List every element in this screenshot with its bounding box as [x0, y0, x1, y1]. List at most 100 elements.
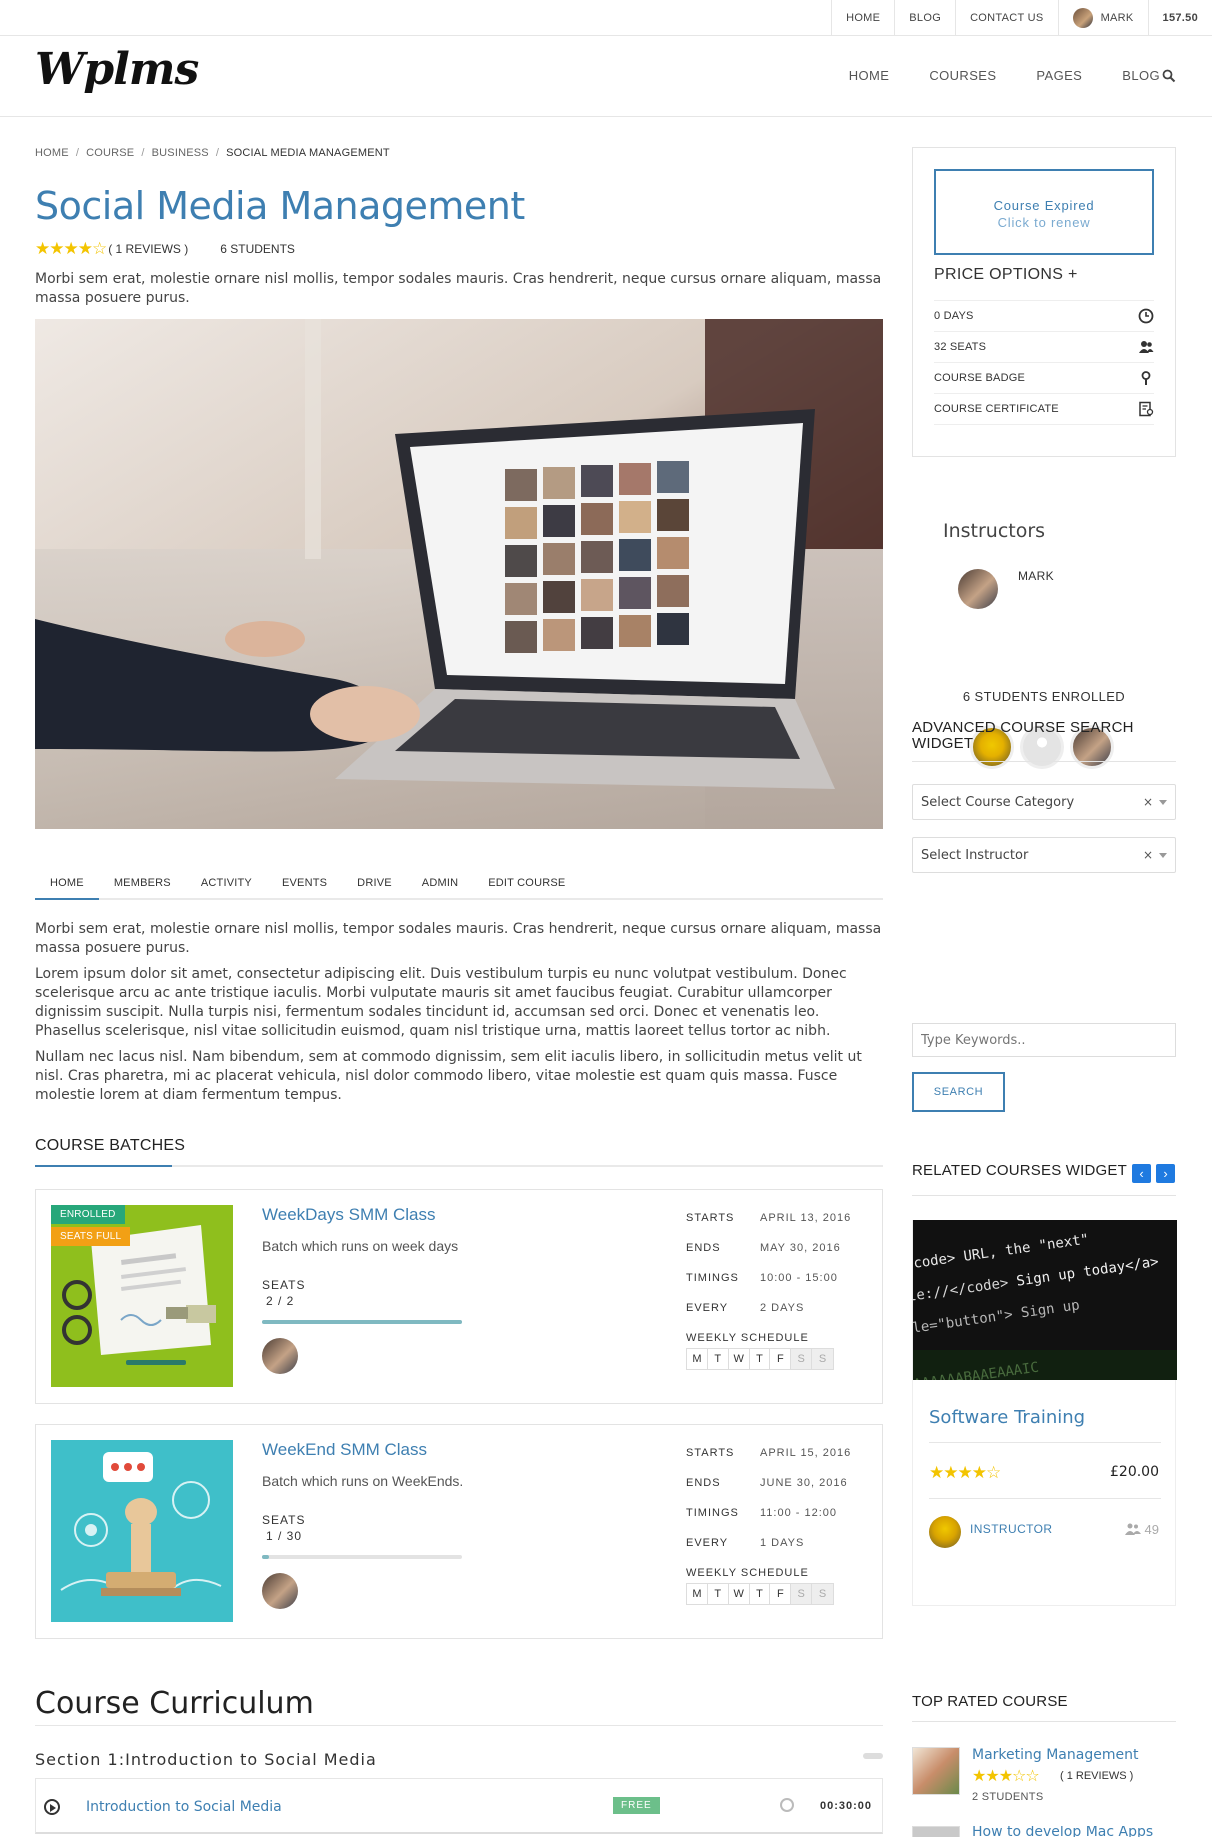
instructor-select[interactable]: Select Instructor × [912, 837, 1176, 873]
breadcrumb-home[interactable]: HOME [35, 147, 69, 159]
member-avatar[interactable] [262, 1573, 298, 1609]
top-course-title[interactable]: Marketing Management [972, 1747, 1138, 1763]
seats-progress-fill [262, 1320, 462, 1324]
top-rated-item: How to develop Mac Apps [912, 1826, 1176, 1837]
unit-title[interactable]: Introduction to Social Media [86, 1799, 282, 1815]
breadcrumb-course[interactable]: COURSE [86, 147, 134, 159]
related-course-title[interactable]: Software Training [929, 1407, 1085, 1428]
clock-icon [1138, 308, 1154, 324]
chevron-right-icon[interactable]: › [1156, 1164, 1175, 1183]
price-item-seats: 32 SEATS [934, 332, 1154, 363]
nav-home[interactable]: HOME [849, 68, 890, 83]
nav-blog[interactable]: BLOG [1122, 68, 1160, 83]
instructor-name[interactable]: MARK [1018, 569, 1054, 583]
top-rated-item: Marketing Management ★★★☆☆ ( 1 REVIEWS )… [912, 1747, 1176, 1807]
clear-icon[interactable]: × [1143, 848, 1153, 862]
day-cell: S [791, 1349, 813, 1369]
price-item-label: 32 SEATS [934, 341, 987, 353]
top-course-title[interactable]: How to develop Mac Apps [972, 1826, 1153, 1837]
day-cell: S [812, 1584, 833, 1604]
nav-courses[interactable]: COURSES [929, 68, 996, 83]
instructor-avatar[interactable] [958, 569, 998, 609]
divider [912, 1195, 1176, 1196]
top-link-home[interactable]: HOME [831, 0, 894, 35]
seats-value: 2 / 2 [266, 1294, 295, 1308]
batch-thumbnail[interactable]: ENROLLED SEATS FULL [51, 1205, 233, 1387]
tab-members[interactable]: MEMBERS [99, 868, 186, 898]
day-cell: W [729, 1584, 750, 1604]
section-collapse-toggle[interactable] [863, 1753, 883, 1759]
batch-name[interactable]: WeekDays SMM Class [262, 1205, 436, 1225]
user-name: MARK [1100, 11, 1134, 24]
info-key: EVERY [686, 1537, 729, 1549]
info-value: APRIL 15, 2016 [760, 1447, 852, 1459]
user-menu[interactable]: MARK [1057, 0, 1148, 35]
user-credits[interactable]: 157.50 [1147, 0, 1212, 35]
member-avatar[interactable] [262, 1338, 298, 1374]
top-bar: HOME BLOG CONTACT US MARK 157.50 [0, 0, 1212, 36]
info-value: MAY 30, 2016 [760, 1242, 841, 1254]
code-screen-illustration: </code> URL, the "next" file://</code> S… [913, 1220, 1177, 1380]
course-tabs: HOME MEMBERS ACTIVITY EVENTS DRIVE ADMIN… [35, 868, 883, 900]
top-rated-heading: TOP RATED COURSE [912, 1693, 1068, 1710]
tab-edit-course[interactable]: EDIT COURSE [473, 868, 580, 898]
top-course-students: 2 STUDENTS [972, 1791, 1044, 1803]
badge-seats-full: SEATS FULL [51, 1227, 131, 1246]
search-icon[interactable] [1162, 69, 1176, 83]
users-icon [1139, 341, 1154, 353]
desc-paragraph: Morbi sem erat, molestie ornare nisl mol… [35, 921, 882, 956]
seats-progress-fill [262, 1555, 269, 1559]
search-button[interactable]: SEARCH [912, 1072, 1005, 1112]
chevron-left-icon[interactable]: ‹ [1132, 1164, 1151, 1183]
keywords-input[interactable] [912, 1023, 1176, 1057]
day-cell: T [708, 1584, 729, 1604]
day-cell: T [708, 1349, 729, 1369]
top-link-blog[interactable]: BLOG [894, 0, 955, 35]
course-reviews[interactable]: ( 1 REVIEWS ) [108, 242, 188, 256]
course-thumbnail[interactable] [912, 1747, 960, 1795]
price-options-toggle[interactable]: PRICE OPTIONS + [934, 266, 1078, 284]
batch-card: WeekEnd SMM Class Batch which runs on We… [35, 1424, 883, 1639]
related-course-image[interactable]: </code> URL, the "next" file://</code> S… [913, 1220, 1177, 1380]
curriculum-section-title: Section 1:Introduction to Social Media [35, 1750, 377, 1769]
site-logo[interactable]: Wplms [35, 44, 199, 95]
tab-drive[interactable]: DRIVE [342, 868, 407, 898]
course-expired-button[interactable]: Course Expired Click to renew [934, 169, 1154, 255]
instructors-heading: Instructors [943, 520, 1046, 542]
batch-description: Batch which runs on week days [262, 1238, 459, 1254]
course-rating-stars: ★★★★☆ [35, 239, 107, 258]
divider [929, 1442, 1161, 1443]
weekly-schedule-label: WEEKLY SCHEDULE [686, 1332, 809, 1344]
batch-info-row: EVERY 2 DAYS [686, 1302, 866, 1332]
desc-paragraph: Lorem ipsum dolor sit amet, consectetur … [35, 966, 847, 1039]
info-key: STARTS [686, 1212, 735, 1224]
tab-admin[interactable]: ADMIN [407, 868, 473, 898]
tab-home[interactable]: HOME [35, 868, 99, 900]
breadcrumb-business[interactable]: BUSINESS [152, 147, 209, 159]
desc-paragraph: Nullam nec lacus nisl. Nam bibendum, sem… [35, 1049, 862, 1103]
tab-activity[interactable]: ACTIVITY [186, 868, 267, 898]
course-thumbnail[interactable] [912, 1826, 960, 1837]
batch-thumbnail[interactable] [51, 1440, 233, 1622]
batch-name[interactable]: WeekEnd SMM Class [262, 1440, 427, 1460]
tab-events[interactable]: EVENTS [267, 868, 342, 898]
weekly-schedule: M T W T F S S [686, 1348, 834, 1370]
nav-pages[interactable]: PAGES [1036, 68, 1082, 83]
course-title: Social Media Management [35, 184, 525, 228]
batch-card: ENROLLED SEATS FULL WeekDays SMM Class B… [35, 1189, 883, 1404]
curriculum-unit-row: Introduction to Social Media FREE 00:30:… [35, 1778, 883, 1834]
seats-progress-bar [262, 1320, 462, 1324]
breadcrumb: HOME / COURSE / BUSINESS / SOCIAL MEDIA MANAGE… [35, 147, 390, 159]
course-category-select[interactable]: Select Course Category × [912, 784, 1176, 820]
related-courses-heading: RELATED COURSES WIDGET [912, 1162, 1127, 1179]
top-bar-links: HOME BLOG CONTACT US MARK 157.50 [831, 0, 1212, 35]
top-link-contact[interactable]: CONTACT US [955, 0, 1058, 35]
seats-progress-bar [262, 1555, 462, 1559]
stamp-illustration [51, 1440, 233, 1622]
advanced-search-heading: ADVANCED COURSE SEARCH WIDGET [912, 719, 1134, 752]
day-cell: S [791, 1584, 813, 1604]
clear-icon[interactable]: × [1143, 795, 1153, 809]
related-instructor-link[interactable]: INSTRUCTOR [970, 1522, 1052, 1536]
info-key: ENDS [686, 1242, 721, 1254]
instructor-avatar[interactable] [929, 1516, 961, 1548]
